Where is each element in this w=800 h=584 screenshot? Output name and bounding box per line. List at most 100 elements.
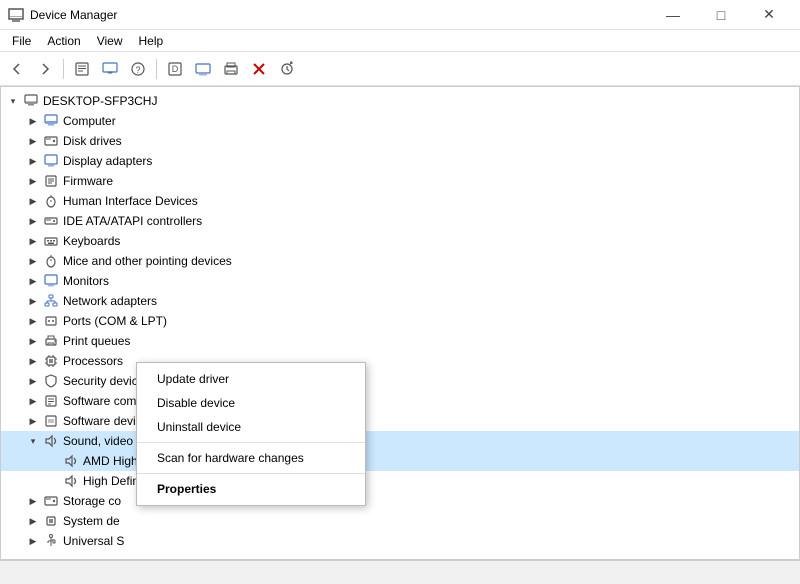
properties-label: Properties (157, 482, 216, 496)
disk-icon (43, 133, 59, 149)
context-menu-scan-hardware[interactable]: Scan for hardware changes (137, 446, 365, 470)
tree-item-computer[interactable]: ▶ Computer (1, 111, 799, 131)
toolbar-display[interactable] (190, 56, 216, 82)
item-label-usb: Universal Serial Bus controllers (63, 534, 230, 548)
item-label-display: Display adapters (63, 154, 152, 168)
tree-item-sound[interactable]: ▾ Sound, video and game controllers (1, 431, 799, 451)
amd-icon (63, 453, 79, 469)
context-menu-disable-device[interactable]: Disable device (137, 391, 365, 415)
toolbar-help[interactable]: ? (125, 56, 151, 82)
expand-disk[interactable]: ▶ (25, 133, 41, 149)
app-icon (8, 7, 24, 23)
context-menu-update-driver[interactable]: Update driver (137, 367, 365, 391)
root-label: DESKTOP-SFP3CHJ (43, 94, 157, 108)
window-title: Device Manager (30, 8, 650, 22)
item-label-ide: IDE ATA/ATAPI controllers (63, 214, 202, 228)
tree-item-mice[interactable]: ▶ Mice and other pointing devices (1, 251, 799, 271)
expand-sw-devices[interactable]: ▶ (25, 413, 41, 429)
toolbar-sep-1 (63, 59, 64, 79)
toolbar-update-driver[interactable]: D (162, 56, 188, 82)
tree-item-software-components[interactable]: ▶ Software components (1, 391, 799, 411)
sound-icon (43, 433, 59, 449)
tree-item-security[interactable]: ▶ Security devices (1, 371, 799, 391)
tree-item-network[interactable]: ▶ Network adapters (1, 291, 799, 311)
tree-root[interactable]: ▾ DESKTOP-SFP3CHJ (1, 91, 799, 111)
maximize-button[interactable]: □ (698, 0, 744, 30)
processors-icon (43, 353, 59, 369)
tree-item-display[interactable]: ▶ Display adapters (1, 151, 799, 171)
menu-action[interactable]: Action (39, 30, 88, 52)
context-menu-uninstall-device[interactable]: Uninstall device (137, 415, 365, 439)
expand-computer[interactable]: ▶ (25, 113, 41, 129)
firmware-icon (43, 173, 59, 189)
expand-network[interactable]: ▶ (25, 293, 41, 309)
tree-item-processors[interactable]: ▶ Processors (1, 351, 799, 371)
toolbar-sep-2 (156, 59, 157, 79)
root-icon (23, 93, 39, 109)
menu-view[interactable]: View (89, 30, 131, 52)
toolbar-forward[interactable] (32, 56, 58, 82)
item-label-firmware: Firmware (63, 174, 113, 188)
item-label-system: System devices (63, 514, 147, 528)
toolbar-properties[interactable] (69, 56, 95, 82)
high-def-icon (63, 473, 79, 489)
sw-components-icon (43, 393, 59, 409)
tree-item-software-devices[interactable]: ▶ Software devices (1, 411, 799, 431)
tree-item-storage[interactable]: ▶ Storage controllers (1, 491, 799, 511)
expand-monitors[interactable]: ▶ (25, 273, 41, 289)
toolbar-screen[interactable] (97, 56, 123, 82)
tree-item-amd[interactable]: AMD High Definition Audio Device (1, 451, 799, 471)
tree-item-ports[interactable]: ▶ Ports (COM & LPT) (1, 311, 799, 331)
tree-item-keyboards[interactable]: ▶ Keyboards (1, 231, 799, 251)
expand-security[interactable]: ▶ (25, 373, 41, 389)
menu-help[interactable]: Help (131, 30, 172, 52)
expand-system[interactable]: ▶ (25, 513, 41, 529)
storage-icon (43, 493, 59, 509)
tree-item-system[interactable]: ▶ System devices (1, 511, 799, 531)
status-bar (0, 560, 800, 584)
item-label-hid: Human Interface Devices (63, 194, 198, 208)
toolbar-back[interactable] (4, 56, 30, 82)
uninstall-device-label: Uninstall device (157, 420, 241, 434)
tree-item-ide[interactable]: ▶ IDE ATA/ATAPI controllers (1, 211, 799, 231)
tree-item-disk-drives[interactable]: ▶ Disk drives (1, 131, 799, 151)
tree-item-monitors[interactable]: ▶ Monitors (1, 271, 799, 291)
minimize-button[interactable]: — (650, 0, 696, 30)
tree-item-firmware[interactable]: ▶ Firmware (1, 171, 799, 191)
context-menu-properties[interactable]: Properties (137, 477, 365, 501)
ports-icon (43, 313, 59, 329)
expand-root[interactable]: ▾ (5, 93, 21, 109)
expand-display[interactable]: ▶ (25, 153, 41, 169)
tree-item-high-def[interactable]: High Definition Audio Device (1, 471, 799, 491)
mice-icon (43, 253, 59, 269)
expand-sw-components[interactable]: ▶ (25, 393, 41, 409)
close-button[interactable]: ✕ (746, 0, 792, 30)
expand-usb[interactable]: ▶ (25, 533, 41, 549)
expand-mice[interactable]: ▶ (25, 253, 41, 269)
expand-hid[interactable]: ▶ (25, 193, 41, 209)
expand-sound[interactable]: ▾ (25, 433, 41, 449)
tree-item-usb[interactable]: ▶ Universal Serial Bus controllers (1, 531, 799, 551)
expand-storage[interactable]: ▶ (25, 493, 41, 509)
expand-ide[interactable]: ▶ (25, 213, 41, 229)
expand-ports[interactable]: ▶ (25, 313, 41, 329)
menu-bar: File Action View Help (0, 30, 800, 52)
item-label-monitors: Monitors (63, 274, 109, 288)
toolbar-print[interactable] (218, 56, 244, 82)
toolbar-scan[interactable] (274, 56, 300, 82)
expand-firmware[interactable]: ▶ (25, 173, 41, 189)
computer-icon (43, 113, 59, 129)
expand-print[interactable]: ▶ (25, 333, 41, 349)
menu-file[interactable]: File (4, 30, 39, 52)
print-icon (43, 333, 59, 349)
item-label-computer: Computer (63, 114, 116, 128)
item-label-network: Network adapters (63, 294, 157, 308)
expand-keyboards[interactable]: ▶ (25, 233, 41, 249)
window-controls: — □ ✕ (650, 0, 792, 30)
tree-item-hid[interactable]: ▶ Human Interface Devices (1, 191, 799, 211)
item-label-mice: Mice and other pointing devices (63, 254, 232, 268)
tree-item-print[interactable]: ▶ Print queues (1, 331, 799, 351)
scan-hardware-label: Scan for hardware changes (157, 451, 304, 465)
expand-processors[interactable]: ▶ (25, 353, 41, 369)
toolbar-remove[interactable] (246, 56, 272, 82)
